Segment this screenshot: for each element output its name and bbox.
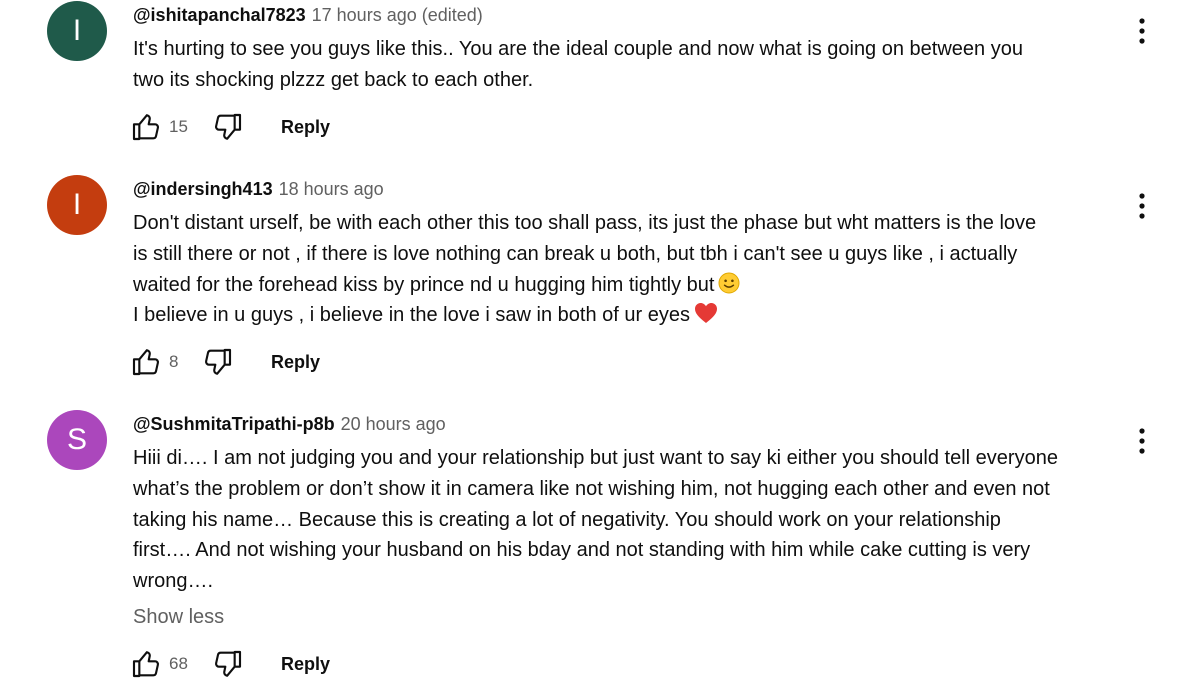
avatar-letter: S [66,423,87,456]
comment-line: first…. And not wishing your husband on … [133,539,1031,562]
thumbs-down-icon[interactable] [202,346,234,378]
like-count: 68 [169,654,188,673]
avatar-letter: I [72,14,82,47]
comment-line: It's hurting to see you guys like this..… [133,38,1023,60]
comment-timestamp[interactable]: 18 hours ago [279,179,384,199]
comment-text: Hiii di…. I am not judging you and your … [133,443,1133,597]
author-avatar[interactable]: I [47,1,107,61]
author-avatar[interactable]: I [47,175,107,235]
comment-line: wrong…. [133,570,214,593]
comment-text: Don't distant urself, be with each other… [133,208,1133,331]
reply-button[interactable]: Reply [281,116,330,138]
author-name[interactable]: @SushmitaTripathi-p8b [133,414,335,434]
more-vertical-icon[interactable] [1128,191,1156,221]
comment-line: Don't distant urself, be with each other… [133,212,1037,234]
thumbs-up-icon[interactable] [130,111,162,143]
author-name[interactable]: @indersingh413 [133,179,273,199]
thumbs-up-icon[interactable] [130,648,162,680]
thumbs-down-icon[interactable] [212,111,244,143]
like-count: 8 [169,352,179,371]
comment-line-with-emoji: waited for the forehead kiss by prince n… [133,270,1133,301]
comment-line: two its shocking plzzz get back to each … [133,68,534,91]
reply-button[interactable]: Reply [281,653,330,675]
thumbs-down-icon[interactable] [212,648,244,680]
red-heart-emoji [694,303,717,324]
comment-text: It's hurting to see you guys like this..… [133,34,1133,96]
comment-line: taking his name… Because this is creatin… [133,508,1001,531]
more-vertical-icon[interactable] [1128,16,1156,46]
author-name[interactable]: @ishitapanchal7823 [133,5,306,25]
comment-timestamp[interactable]: 17 hours ago (edited) [312,5,483,25]
slightly-smiling-face-emoji [718,272,740,294]
like-count: 15 [169,117,188,136]
author-avatar[interactable]: S [47,410,107,470]
comment-header: @ishitapanchal7823 17 hours ago (edited) [133,4,483,26]
avatar-letter: I [72,188,82,221]
comment-timestamp[interactable]: 20 hours ago [341,414,446,434]
comment-line: what’s the problem or don’t show it in c… [133,477,1050,500]
comment-line: I believe in u guys , i believe in the l… [133,304,690,327]
comment-line: is still there or not , if there is love… [133,242,1018,265]
reply-button[interactable]: Reply [271,351,320,373]
comment-header: @SushmitaTripathi-p8b 20 hours ago [133,413,446,435]
comment-line: waited for the forehead kiss by prince n… [133,273,715,296]
comment-line: Hiii di…. I am not judging you and your … [133,447,1058,469]
comment-line-with-emoji: I believe in u guys , i believe in the l… [133,300,1133,331]
show-less-button[interactable]: Show less [133,605,224,629]
comment-header: @indersingh413 18 hours ago [133,178,384,200]
more-vertical-icon[interactable] [1128,426,1156,456]
thumbs-up-icon[interactable] [130,346,162,378]
